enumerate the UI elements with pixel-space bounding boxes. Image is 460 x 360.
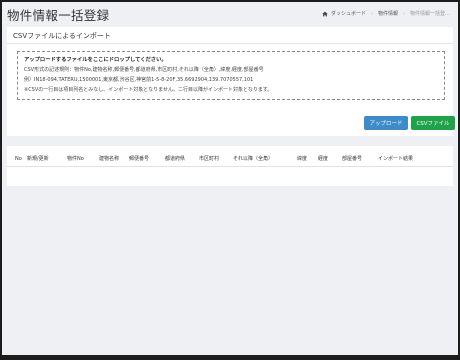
column-header-postal-code: 郵便番号 [129, 152, 165, 167]
column-header-address-rest: それ以降（全角） [233, 152, 297, 167]
panel-title: CSVファイルによるインポート [13, 32, 111, 40]
column-header-no: No [7, 152, 27, 167]
window-frame: 物件情報一括登録 ダッシュボード › 物件情報 › 物件情報一括登… CSVファ… [0, 0, 460, 360]
breadcrumb-separator: › [402, 10, 405, 17]
csv-import-panel: CSVファイルによるインポート アップロードするファイルをここにドロップしてくだ… [7, 27, 455, 136]
breadcrumb-property-link[interactable]: 物件情報 [378, 10, 398, 17]
table-header-row: No 新規/更新 物件No 建物名称 郵便番号 都道府県 市区町村 それ以降（全… [7, 152, 453, 167]
page: 物件情報一括登録 ダッシュボード › 物件情報 › 物件情報一括登… CSVファ… [2, 2, 458, 355]
column-header-room-number: 部屋番号 [342, 152, 378, 167]
column-header-property-no: 物件No [67, 152, 99, 167]
home-icon [322, 11, 328, 17]
breadcrumb: ダッシュボード › 物件情報 › 物件情報一括登… [322, 10, 450, 17]
breadcrumb-dashboard-link[interactable]: ダッシュボード [331, 10, 366, 17]
breadcrumb-current: 物件情報一括登… [409, 11, 450, 17]
csv-file-button[interactable]: CSVファイル [411, 116, 455, 130]
upload-button[interactable]: アップロード [364, 116, 408, 130]
csv-example: 例）IN18-094,TATERU,1500001,東京都,渋谷区,神宮前1-5… [24, 77, 254, 83]
dropzone-heading: アップロードするファイルをここにドロップしてください。 [24, 57, 167, 63]
csv-format-rule: CSV形式の記述規則：物件No,建物名称,郵便番号,都道府県,市区町村,それ以降… [24, 67, 264, 73]
import-results-panel: No 新規/更新 物件No 建物名称 郵便番号 都道府県 市区町村 それ以降（全… [7, 146, 453, 186]
column-header-longitude: 経度 [318, 152, 342, 167]
column-header-latitude: 緯度 [297, 152, 318, 167]
import-results-table: No 新規/更新 物件No 建物名称 郵便番号 都道府県 市区町村 それ以降（全… [7, 152, 453, 167]
panel-divider [7, 43, 453, 44]
column-header-prefecture: 都道府県 [165, 152, 199, 167]
page-title: 物件情報一括登録 [7, 8, 110, 23]
column-header-import-result: インポート結果 [378, 152, 453, 167]
file-dropzone[interactable]: アップロードするファイルをここにドロップしてください。 CSV形式の記述規則：物… [17, 51, 445, 100]
column-header-new-update: 新規/更新 [27, 152, 67, 167]
csv-note: ※CSVの一行目は項目列名とみなし、インポート対象となりません。二行目以降がイン… [24, 87, 273, 93]
page-header: 物件情報一括登録 ダッシュボード › 物件情報 › 物件情報一括登… [2, 2, 458, 24]
breadcrumb-separator: › [370, 10, 373, 17]
column-header-city: 市区町村 [199, 152, 233, 167]
column-header-building-name: 建物名称 [99, 152, 129, 167]
